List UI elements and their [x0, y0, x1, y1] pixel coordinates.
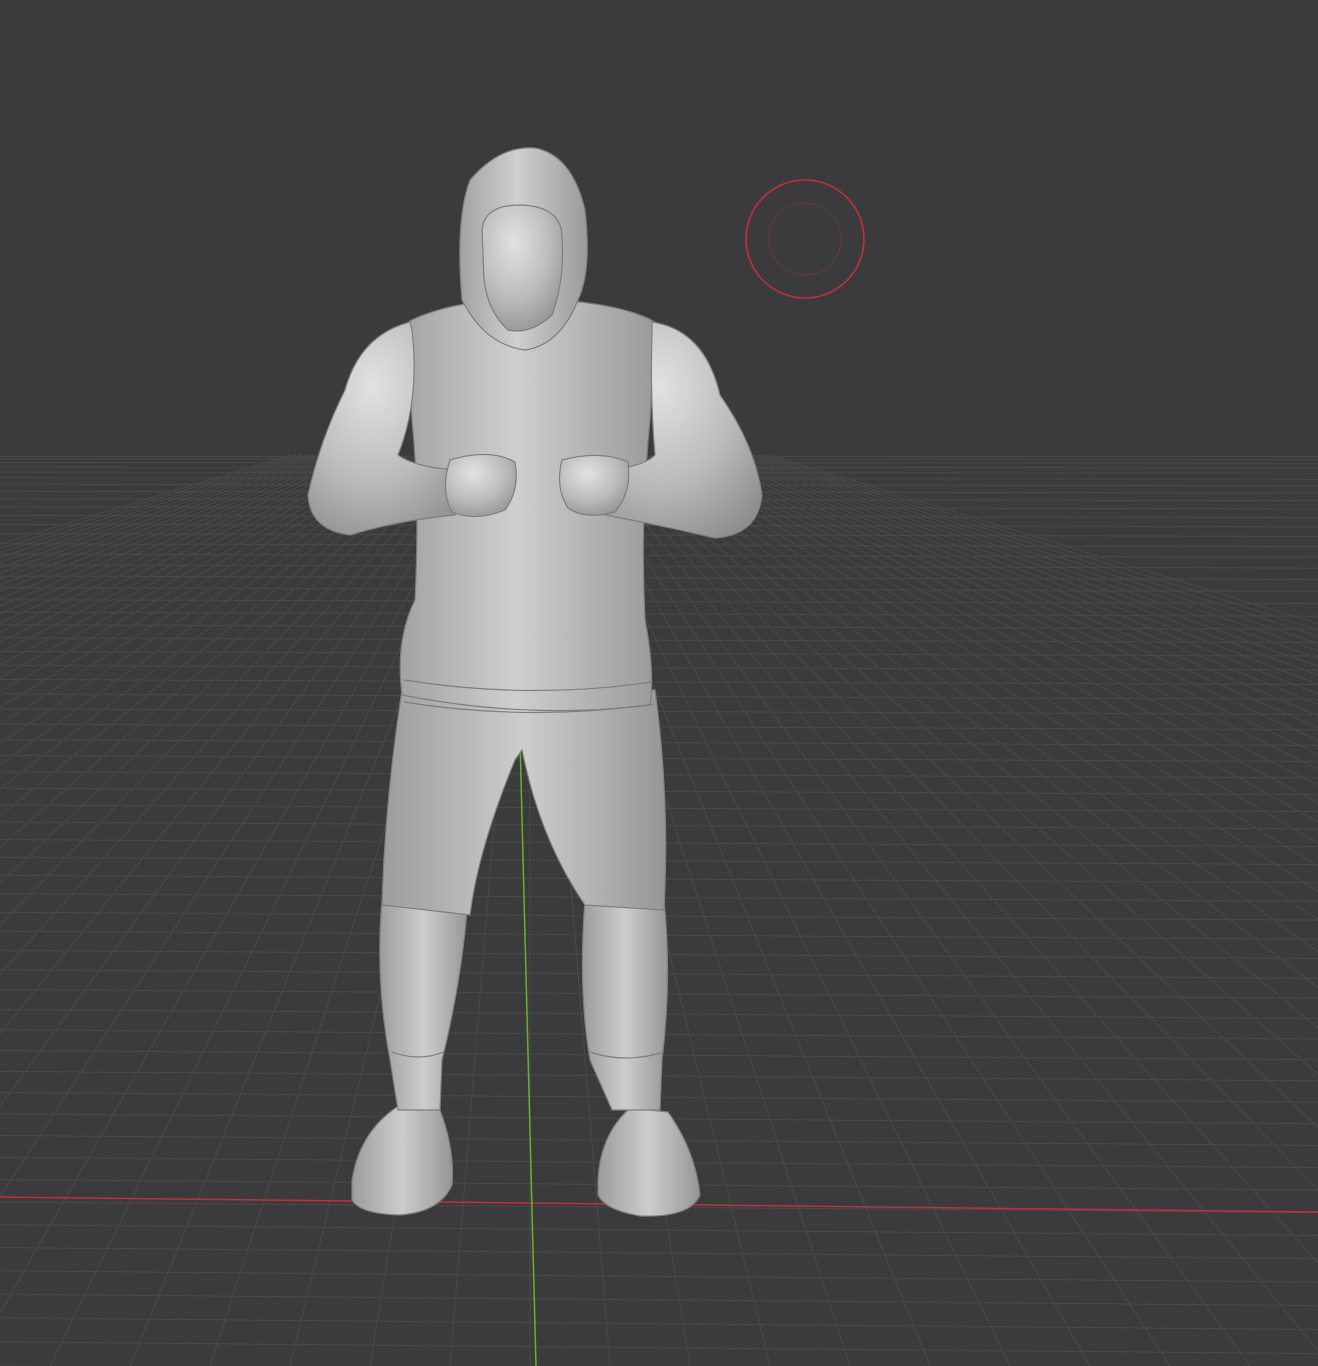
face	[481, 204, 564, 332]
grid-line-vertical	[583, 454, 1251, 1366]
grid-line-horizontal	[0, 1341, 1318, 1355]
left-fist	[444, 453, 517, 518]
grid-line-vertical	[0, 454, 297, 549]
y-axis-line	[519, 739, 537, 1366]
grid-line-vertical	[0, 454, 429, 766]
grid-line-vertical	[667, 454, 1318, 804]
grid-line-vertical	[715, 454, 1318, 695]
grid-line-vertical	[721, 454, 1318, 685]
left-lower-leg	[379, 899, 469, 1111]
left-shoe	[351, 1104, 454, 1216]
grid-line-vertical	[0, 454, 375, 633]
grid-line-vertical	[703, 454, 1318, 717]
grid-line-horizontal	[0, 624, 1318, 630]
grid-line-vertical	[0, 454, 315, 563]
viewport-canvas[interactable]	[0, 0, 1318, 1366]
3d-viewport[interactable]	[0, 0, 1318, 1366]
sculpt-brush-cursor-icon	[745, 179, 865, 299]
grid-line-horizontal	[0, 533, 1318, 537]
grid-line-vertical	[607, 454, 1318, 1129]
grid-line-vertical	[637, 454, 1318, 921]
grid-line-vertical	[745, 454, 1318, 652]
grid-line-vertical	[0, 454, 393, 666]
grid-line-horizontal	[0, 1247, 1318, 1260]
grid-line-vertical	[0, 454, 351, 600]
grid-line-horizontal	[0, 1317, 1318, 1330]
grid-line-horizontal	[0, 1224, 1318, 1236]
right-lower-leg	[581, 899, 669, 1111]
right-fist	[558, 454, 630, 516]
grid-line-vertical	[679, 454, 1318, 770]
grid-line-vertical	[0, 454, 435, 790]
grid-line-vertical	[0, 454, 387, 654]
grid-line-vertical	[763, 454, 1318, 631]
grid-line-horizontal	[0, 1293, 1318, 1307]
grid-line-horizontal	[0, 553, 1318, 558]
grid-line-vertical	[697, 454, 1318, 729]
grid-line-vertical	[0, 454, 357, 607]
grid-line-horizontal	[0, 1270, 1318, 1283]
right-shoe	[597, 1107, 701, 1217]
grid-line-vertical	[0, 454, 417, 726]
grid-line-vertical	[0, 454, 399, 679]
grid-line-vertical	[589, 454, 1318, 1353]
grid-line-vertical	[727, 454, 1318, 676]
grid-line-horizontal	[0, 664, 1318, 671]
grid-line-vertical	[751, 454, 1318, 644]
grid-line-vertical	[685, 454, 1318, 755]
grid-line-vertical	[673, 454, 1318, 786]
grid-line-vertical	[0, 454, 369, 624]
grid-line-vertical	[0, 454, 327, 574]
grid-line-vertical	[739, 454, 1318, 659]
grid-line-vertical	[0, 454, 291, 545]
grid-line-vertical	[757, 454, 1318, 637]
grid-line-vertical	[0, 454, 405, 693]
grid-line-vertical	[0, 454, 333, 580]
grid-line-vertical	[0, 454, 441, 817]
grid-line-vertical	[709, 454, 1318, 706]
